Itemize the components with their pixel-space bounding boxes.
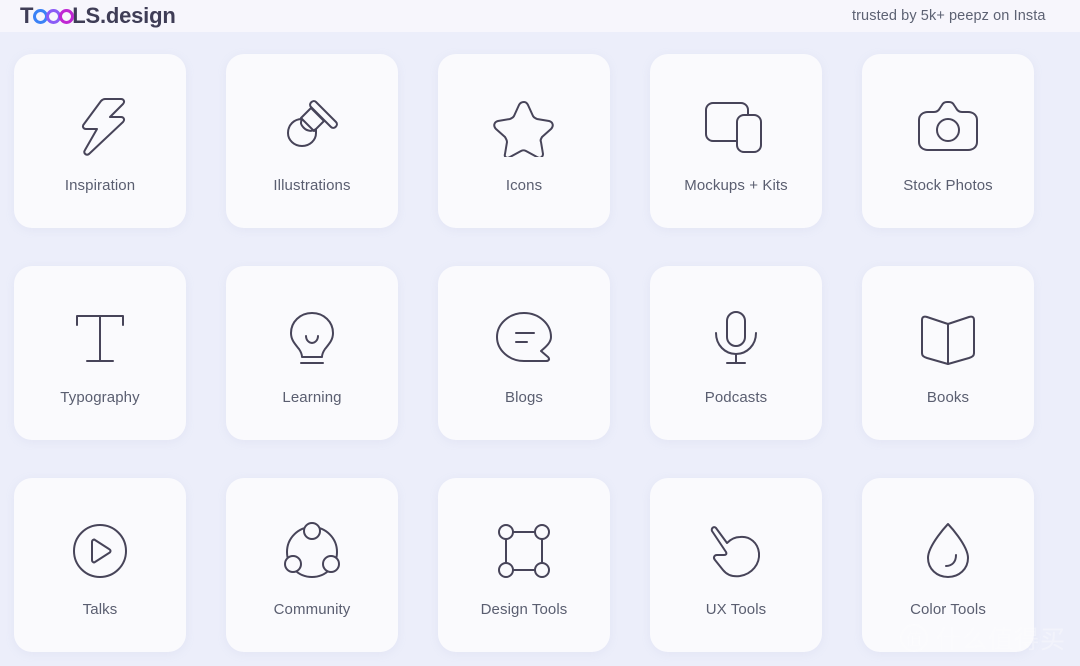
header-tagline: trusted by 5k+ peepz on Insta — [852, 8, 1046, 24]
card-mockups-kits[interactable]: Mockups + Kits — [650, 54, 822, 228]
card-books[interactable]: Books — [862, 266, 1034, 440]
card-label: Mockups + Kits — [684, 176, 788, 194]
square-handles-icon — [495, 514, 553, 588]
lightning-bolt-icon — [72, 90, 128, 164]
card-label: Books — [926, 388, 970, 406]
card-label: Stock Photos — [903, 176, 993, 194]
speech-bubble-icon — [494, 302, 554, 376]
card-blogs[interactable]: Blogs — [438, 266, 610, 440]
card-label: Typography — [60, 388, 140, 406]
logo-ring-magenta-icon — [59, 9, 75, 24]
site-logo[interactable]: T LS.design — [20, 5, 176, 27]
open-book-icon — [919, 302, 977, 376]
card-label: Illustrations — [273, 176, 351, 194]
star-icon — [493, 90, 555, 164]
card-label: UX Tools — [705, 600, 767, 618]
cursor-hand-icon — [707, 514, 765, 588]
card-stock-photos[interactable]: Stock Photos — [862, 54, 1034, 228]
card-learning[interactable]: Learning — [226, 266, 398, 440]
logo-suffix: LS.design — [72, 3, 176, 28]
card-label: Podcasts — [704, 388, 768, 406]
share-nodes-icon — [282, 514, 342, 588]
microphone-icon — [711, 302, 761, 376]
water-droplet-icon — [923, 514, 973, 588]
letter-t-icon — [71, 302, 129, 376]
card-community[interactable]: Community — [226, 478, 398, 652]
logo-prefix: T — [20, 3, 34, 28]
card-illustrations[interactable]: Illustrations — [226, 54, 398, 228]
card-design-tools[interactable]: Design Tools — [438, 478, 610, 652]
card-label: Design Tools — [480, 600, 568, 618]
card-ux-tools[interactable]: UX Tools — [650, 478, 822, 652]
card-label: Talks — [82, 600, 118, 618]
card-label: Learning — [282, 388, 342, 406]
lightbulb-icon — [286, 302, 338, 376]
paintbrush-icon — [280, 90, 344, 164]
site-header: T LS.design trusted by 5k+ peepz on Inst… — [0, 0, 1080, 32]
card-label: Color Tools — [910, 600, 986, 618]
card-label: Community — [273, 600, 351, 618]
logo-rings — [33, 9, 75, 24]
category-grid: Inspiration Illustrations Icons Mockups … — [14, 54, 1080, 652]
card-label: Blogs — [504, 388, 544, 406]
card-label: Icons — [505, 176, 543, 194]
card-color-tools[interactable]: Color Tools — [862, 478, 1034, 652]
camera-icon — [915, 90, 981, 164]
card-talks[interactable]: Talks — [14, 478, 186, 652]
card-label: Inspiration — [64, 176, 136, 194]
card-inspiration[interactable]: Inspiration — [14, 54, 186, 228]
card-typography[interactable]: Typography — [14, 266, 186, 440]
play-circle-icon — [71, 514, 129, 588]
card-icons[interactable]: Icons — [438, 54, 610, 228]
devices-icon — [703, 90, 769, 164]
card-podcasts[interactable]: Podcasts — [650, 266, 822, 440]
